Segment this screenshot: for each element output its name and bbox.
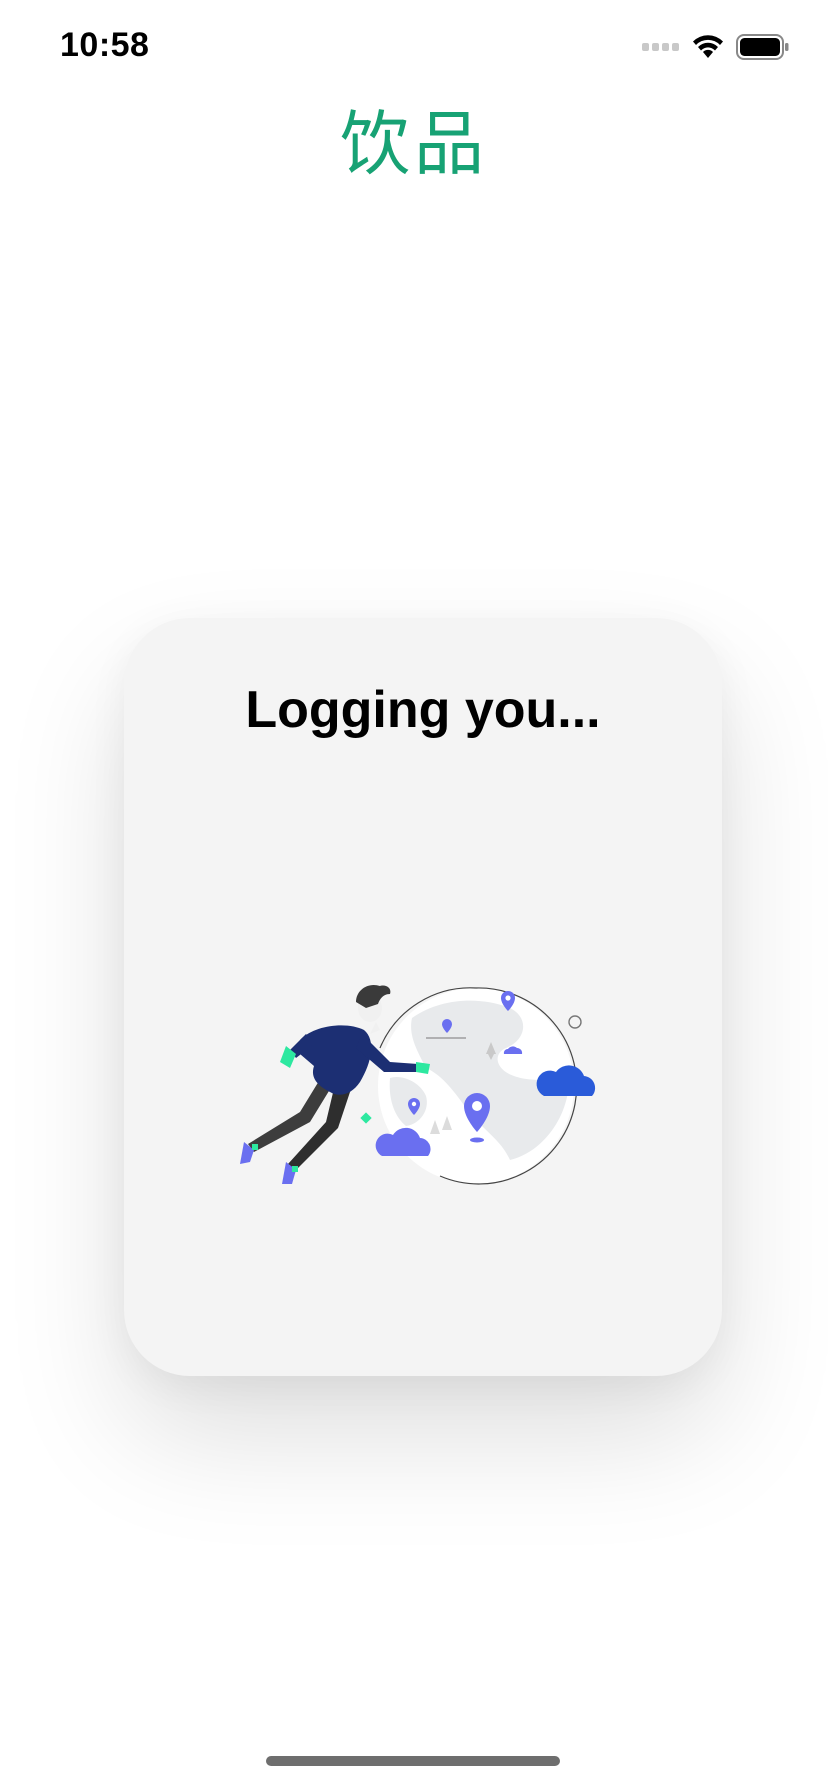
page-title: 饮品 [340, 103, 488, 185]
wifi-icon [692, 34, 724, 65]
signal-icon [642, 40, 680, 58]
login-status-card: Logging you... [124, 618, 722, 1376]
home-indicator[interactable] [266, 1756, 560, 1766]
card-title: Logging you... [245, 681, 601, 739]
battery-icon [736, 33, 790, 65]
floating-person-globe-illustration [230, 978, 630, 1228]
status-bar: 10:58 [0, 0, 828, 100]
status-time: 10:58 [60, 26, 150, 64]
status-icons [642, 33, 790, 65]
